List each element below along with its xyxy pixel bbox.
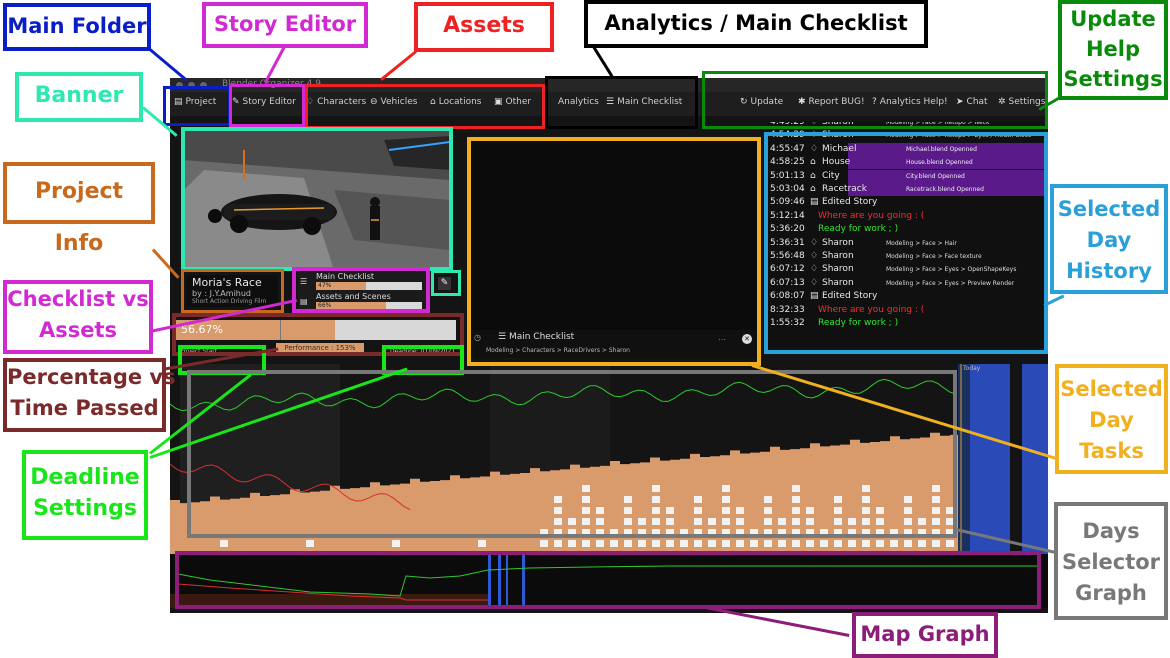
activity-icon (610, 540, 618, 547)
main-folder-callout: Main Folder (3, 3, 151, 51)
checklist-vs-assets-callout: Checklist vs Assets (3, 280, 153, 354)
activity-icon (820, 540, 828, 547)
activity-icon (792, 540, 800, 547)
story-editor-callout: Story Editor (202, 2, 368, 48)
assets-callout: Assets (414, 2, 554, 52)
banner-callout: Banner (15, 72, 143, 122)
assets-highlight (305, 84, 545, 129)
activity-icon (554, 540, 562, 547)
activity-icon (392, 540, 400, 547)
main-folder-highlight (163, 86, 231, 126)
story-editor-highlight (229, 84, 305, 127)
activity-icon (736, 540, 744, 547)
tasks-highlight (467, 137, 761, 366)
activity-icon (638, 540, 646, 547)
activity-icon (680, 540, 688, 547)
activity-icon (848, 540, 856, 547)
activity-icon (478, 540, 486, 547)
future-column (970, 364, 1010, 554)
activity-icon (834, 540, 842, 547)
edit-button-highlight (431, 270, 461, 296)
annotated-screenshot: Blender Organizer 4.9 ▤ Project ✎ Story Ed… (0, 0, 1170, 658)
update-highlight (702, 71, 1048, 129)
days-graph-highlight (187, 370, 957, 538)
map-graph-highlight (175, 551, 1041, 609)
activity-icon (932, 540, 940, 547)
analytics-highlight (545, 76, 698, 129)
activity-icon (918, 540, 926, 547)
today-label: Today (963, 365, 981, 372)
activity-icon (890, 540, 898, 547)
activity-icon (652, 540, 660, 547)
activity-icon (666, 540, 674, 547)
activity-icon (862, 540, 870, 547)
percentage-vs-time-callout: Percentage vs Time Passed (3, 358, 176, 432)
history-highlight (764, 132, 1048, 354)
activity-icon (750, 540, 758, 547)
banner-highlight (181, 127, 453, 271)
activity-icon (708, 540, 716, 547)
deadline-settings-callout: Deadline Settings (22, 450, 148, 540)
activity-icon (764, 540, 772, 547)
checklist-highlight (292, 267, 430, 313)
map-graph-callout: Map Graph (852, 612, 998, 658)
activity-icon (568, 540, 576, 547)
project-info-callout: Project Info (3, 162, 155, 256)
activity-icon (876, 540, 884, 547)
activity-icon (778, 540, 786, 547)
selected-day-tasks-callout: Selected Day Tasks (1055, 364, 1168, 474)
analytics-callout: Analytics / Main Checklist (584, 0, 928, 48)
today-column (958, 364, 970, 554)
activity-icon (806, 540, 814, 547)
analytics-connector (592, 46, 614, 78)
activity-icon (596, 540, 604, 547)
days-selector-callout: Days Selector Graph (1054, 502, 1168, 620)
update-help-callout: Update Help Settings (1058, 0, 1168, 100)
activity-icon (946, 540, 954, 547)
activity-icon (722, 540, 730, 547)
selected-day-history-callout: Selected Day History (1050, 184, 1168, 294)
activity-icon (220, 540, 228, 547)
activity-icon (624, 540, 632, 547)
activity-icon (306, 540, 314, 547)
future-column (1022, 364, 1048, 554)
main-folder-connector (149, 48, 188, 82)
activity-icon (540, 540, 548, 547)
assets-connector (380, 50, 417, 81)
activity-icon (582, 540, 590, 547)
activity-icon (694, 540, 702, 547)
activity-icon (904, 540, 912, 547)
